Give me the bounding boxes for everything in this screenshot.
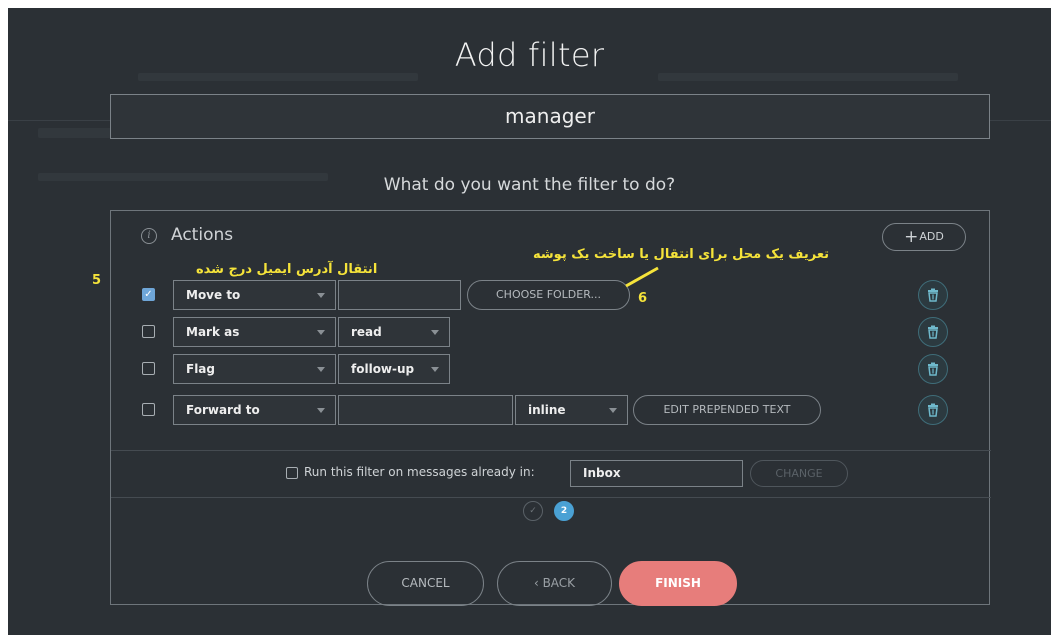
mark-as-value-label: read	[351, 325, 382, 339]
actions-heading: Actions	[171, 225, 234, 245]
caret-down-icon	[317, 367, 325, 372]
delete-action-button[interactable]	[918, 317, 948, 347]
add-action-button[interactable]: +ADD	[882, 223, 966, 251]
choose-folder-button[interactable]: CHOOSE FOLDER...	[467, 280, 630, 310]
delete-action-button[interactable]	[918, 354, 948, 384]
forward-mode-select[interactable]: inline	[515, 395, 628, 425]
checkbox-mark-as[interactable]	[142, 325, 155, 338]
flag-value-label: follow-up	[351, 362, 415, 376]
annotation-note-5: انتقال آدرس ایمیل درج شده	[196, 262, 378, 277]
caret-down-icon	[431, 367, 439, 372]
trash-icon	[928, 325, 938, 339]
caret-down-icon	[609, 408, 617, 413]
checkbox-flag[interactable]	[142, 362, 155, 375]
action-row-mark-as: Mark as read	[111, 315, 991, 349]
edit-prepended-text-button[interactable]: EDIT PREPENDED TEXT	[633, 395, 821, 425]
panel-divider	[111, 450, 991, 451]
run-filter-folder-input[interactable]: Inbox	[570, 460, 743, 487]
plus-icon: +	[904, 227, 919, 247]
app-screen: Add filter manager What do you want the …	[8, 8, 1051, 635]
filter-name-input[interactable]: manager	[110, 94, 990, 139]
step-indicator-1[interactable]: ✓	[523, 501, 543, 521]
annotation-number-6: 6	[638, 291, 648, 306]
dialog-question: What do you want the filter to do?	[383, 175, 676, 195]
forward-mode-label: inline	[528, 403, 566, 417]
panel-divider	[111, 497, 991, 498]
checkbox-checked-icon: ✓	[144, 289, 153, 300]
caret-down-icon	[431, 330, 439, 335]
action-row-flag: Flag follow-up	[111, 352, 991, 386]
run-filter-row: Run this filter on messages already in: …	[111, 454, 991, 494]
dialog-title: Add filter	[454, 36, 605, 74]
delete-action-button[interactable]	[918, 280, 948, 310]
trash-icon	[928, 403, 938, 417]
cancel-button[interactable]: CANCEL	[367, 561, 484, 606]
annotation-note-6: تعریف یک محل برای انتقال یا ساخت یک پوشه	[533, 247, 830, 262]
checkbox-move-to[interactable]: ✓	[142, 288, 155, 301]
step-indicator-2[interactable]: 2	[554, 501, 574, 521]
annotation-pointer-line	[625, 266, 659, 288]
action-row-move-to: ✓ Move to CHOOSE FOLDER...	[111, 278, 991, 312]
action-row-forward-to: Forward to inline EDIT PREPENDED TEXT	[111, 393, 991, 427]
trash-icon	[928, 288, 938, 302]
action-select-forward-to[interactable]: Forward to	[173, 395, 336, 425]
caret-down-icon	[317, 293, 325, 298]
checkbox-forward-to[interactable]	[142, 403, 155, 416]
caret-down-icon	[317, 408, 325, 413]
run-filter-label: Run this filter on messages already in:	[304, 465, 535, 479]
mark-as-value-select[interactable]: read	[338, 317, 450, 347]
action-select-label: Forward to	[186, 403, 260, 417]
caret-down-icon	[317, 330, 325, 335]
action-select-label: Flag	[186, 362, 215, 376]
change-folder-button[interactable]: CHANGE	[750, 460, 848, 487]
move-to-folder-input[interactable]	[338, 280, 461, 310]
action-select-mark-as[interactable]: Mark as	[173, 317, 336, 347]
background-nav	[138, 73, 418, 81]
action-select-move-to[interactable]: Move to	[173, 280, 336, 310]
action-select-label: Mark as	[186, 325, 240, 339]
annotation-number-5: 5	[92, 273, 102, 288]
trash-icon	[928, 362, 938, 376]
info-icon: i	[141, 228, 157, 244]
run-filter-checkbox[interactable]	[286, 467, 298, 479]
flag-value-select[interactable]: follow-up	[338, 354, 450, 384]
background-nav-right	[658, 73, 958, 81]
back-button[interactable]: ‹ BACK	[497, 561, 612, 606]
delete-action-button[interactable]	[918, 395, 948, 425]
check-icon: ✓	[529, 506, 537, 516]
action-select-flag[interactable]: Flag	[173, 354, 336, 384]
finish-button[interactable]: FINISH	[619, 561, 737, 606]
add-action-label: ADD	[919, 230, 944, 243]
action-select-label: Move to	[186, 288, 241, 302]
forward-address-input[interactable]	[338, 395, 513, 425]
